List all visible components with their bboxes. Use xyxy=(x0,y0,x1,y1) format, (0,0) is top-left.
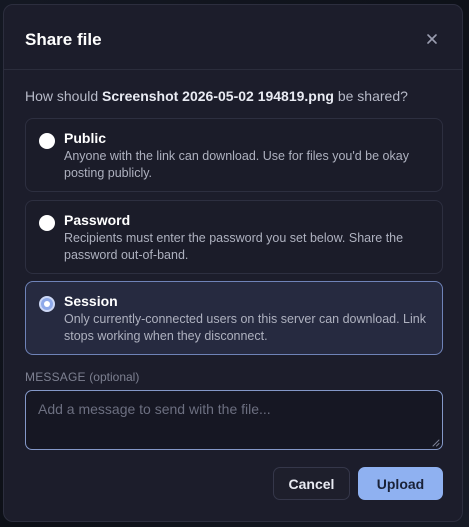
cancel-button[interactable]: Cancel xyxy=(273,467,350,500)
option-password[interactable]: Password Recipients must enter the passw… xyxy=(25,200,443,274)
message-label: MESSAGE (optional) xyxy=(25,370,139,385)
close-icon xyxy=(427,34,437,44)
radio-public[interactable] xyxy=(39,133,55,149)
resize-grip-icon[interactable] xyxy=(432,439,440,447)
message-label-text: MESSAGE xyxy=(25,370,86,384)
option-title: Password xyxy=(64,212,131,228)
share-file-dialog: Share file How should Screenshot 2026-05… xyxy=(3,4,463,522)
question-suffix: be shared? xyxy=(333,88,408,104)
dialog-header: Share file xyxy=(4,5,462,70)
option-public[interactable]: Public Anyone with the link can download… xyxy=(25,118,443,192)
close-button[interactable] xyxy=(424,31,440,47)
message-input[interactable] xyxy=(25,390,443,450)
question-prefix: How should xyxy=(25,88,103,104)
share-question: How should Screenshot 2026-05-02 194819.… xyxy=(25,87,408,105)
option-title: Public xyxy=(64,130,107,146)
option-session[interactable]: Session Only currently-connected users o… xyxy=(25,281,443,355)
upload-button[interactable]: Upload xyxy=(358,467,443,500)
option-title: Session xyxy=(64,293,118,309)
option-description: Anyone with the link can download. Use f… xyxy=(64,149,409,180)
dialog-title: Share file xyxy=(25,30,102,49)
file-name: Screenshot 2026-05-02 194819.png xyxy=(102,88,334,104)
message-label-hint: (optional) xyxy=(89,370,140,384)
radio-password[interactable] xyxy=(39,215,55,231)
option-description: Recipients must enter the password you s… xyxy=(64,231,404,262)
radio-session[interactable] xyxy=(39,296,55,312)
option-description: Only currently-connected users on this s… xyxy=(64,312,426,343)
